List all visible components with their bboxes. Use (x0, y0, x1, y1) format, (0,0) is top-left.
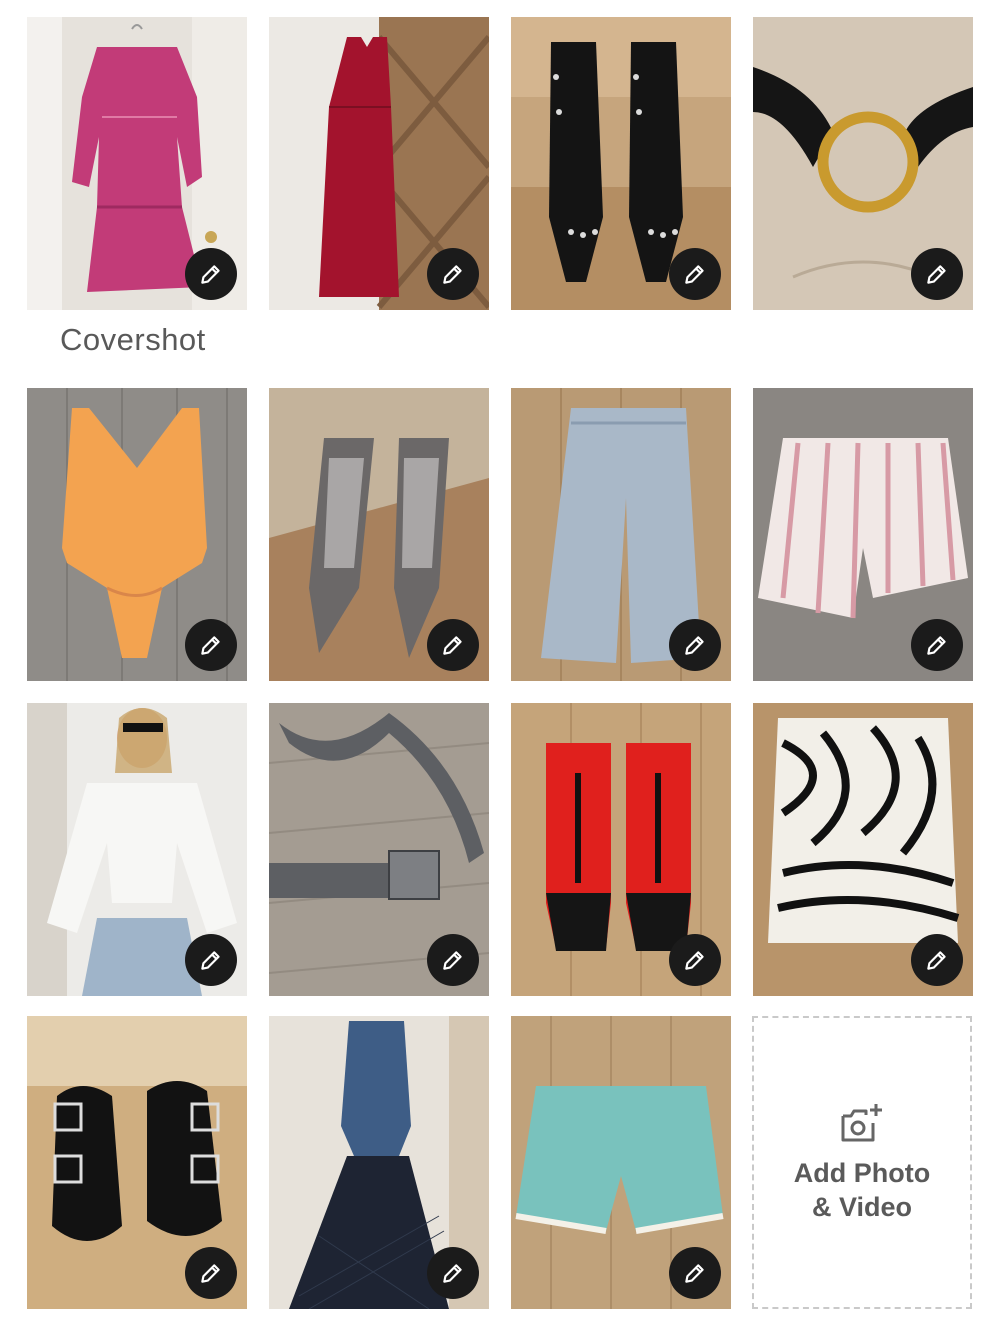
edit-photo-button[interactable] (427, 248, 479, 300)
edit-photo-button[interactable] (185, 934, 237, 986)
pencil-icon (201, 1264, 220, 1283)
edit-photo-button[interactable] (669, 248, 721, 300)
photo-tile-white-blouse[interactable] (27, 703, 247, 996)
photo-tile-red-slip-dress[interactable] (269, 17, 489, 310)
pencil-icon (927, 951, 946, 970)
pencil-icon (685, 951, 704, 970)
edit-photo-button[interactable] (427, 1247, 479, 1299)
photo-tile-wide-jeans[interactable] (511, 388, 731, 681)
pencil-icon (201, 636, 220, 655)
photo-tile-zebra-skirt[interactable] (753, 703, 973, 996)
photo-tile-silver-slingbacks[interactable] (269, 388, 489, 681)
photo-tile-chain-belt[interactable] (269, 703, 489, 996)
photo-tile-denim-dress[interactable] (269, 1016, 489, 1309)
edit-photo-button[interactable] (185, 1247, 237, 1299)
photo-tile-red-sneakers[interactable] (511, 703, 731, 996)
edit-photo-button[interactable] (911, 248, 963, 300)
edit-photo-button[interactable] (669, 934, 721, 986)
photo-tile-crochet-shorts[interactable] (511, 1016, 731, 1309)
photo-tile-studded-boots[interactable] (511, 17, 731, 310)
edit-photo-button[interactable] (185, 619, 237, 671)
photo-tile-ring-belt[interactable] (753, 17, 973, 310)
edit-photo-button[interactable] (185, 248, 237, 300)
edit-photo-button[interactable] (427, 619, 479, 671)
photo-tile-orange-swimsuit[interactable] (27, 388, 247, 681)
edit-photo-button[interactable] (911, 934, 963, 986)
pencil-icon (685, 1264, 704, 1283)
edit-photo-button[interactable] (911, 619, 963, 671)
edit-photo-button[interactable] (669, 1247, 721, 1299)
camera-plus-icon (841, 1103, 882, 1141)
covershot-caption: Covershot (60, 322, 206, 357)
pencil-icon (201, 951, 220, 970)
pencil-icon (201, 265, 220, 284)
pencil-icon (443, 951, 462, 970)
photo-tile-black-sandals[interactable] (27, 1016, 247, 1309)
add-photo-label: Add Photo & Video (793, 1157, 931, 1222)
add-photo-video-button[interactable]: Add Photo & Video (752, 1016, 972, 1309)
photo-tile-pink-dress[interactable] (27, 17, 247, 310)
pencil-icon (927, 636, 946, 655)
pencil-icon (927, 265, 946, 284)
photo-tile-striped-shorts[interactable] (753, 388, 973, 681)
edit-photo-button[interactable] (427, 934, 479, 986)
edit-photo-button[interactable] (669, 619, 721, 671)
pencil-icon (443, 636, 462, 655)
pencil-icon (443, 1264, 462, 1283)
pencil-icon (685, 636, 704, 655)
pencil-icon (443, 265, 462, 284)
pencil-icon (685, 265, 704, 284)
